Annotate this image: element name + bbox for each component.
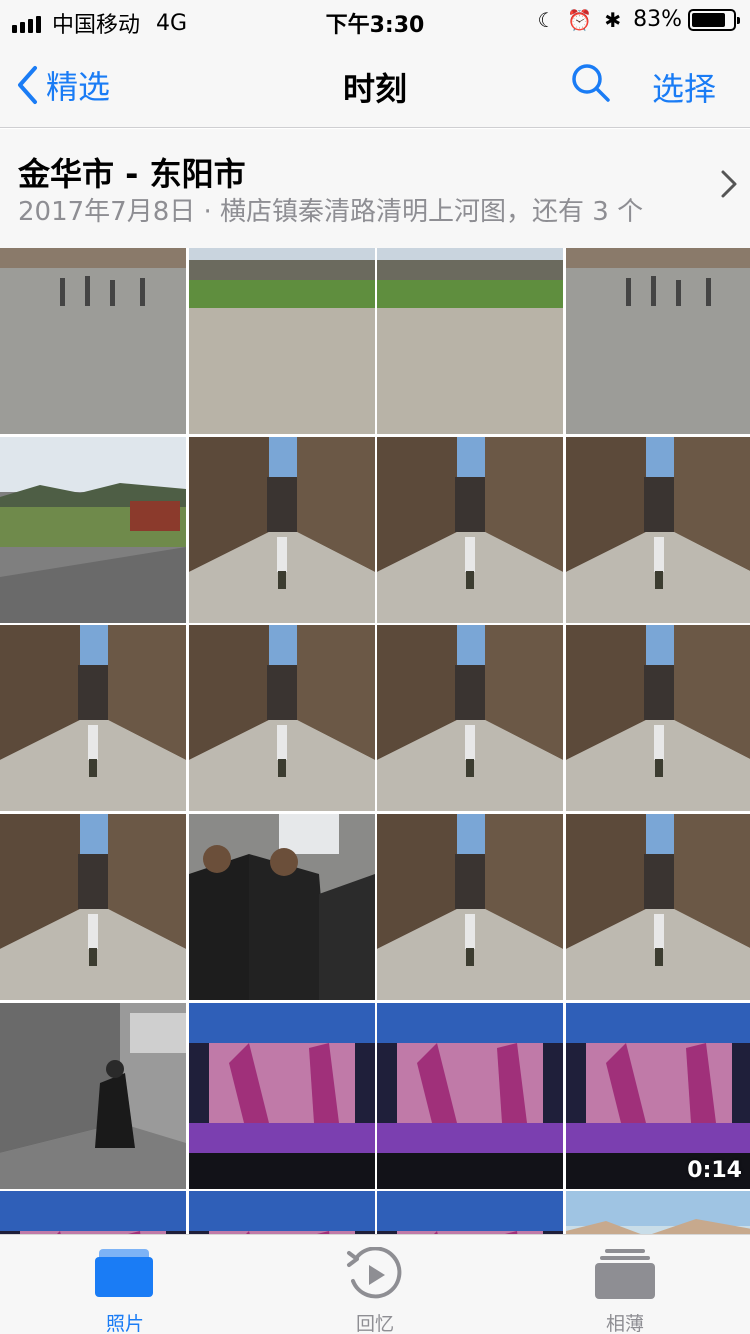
battery-icon bbox=[688, 8, 740, 31]
thumbnail-image bbox=[566, 248, 750, 434]
photo-thumbnail[interactable] bbox=[188, 814, 375, 1000]
photo-thumbnail[interactable] bbox=[566, 814, 750, 1000]
thumbnail-image bbox=[377, 436, 564, 623]
thumbnail-image bbox=[188, 248, 375, 434]
photo-thumbnail[interactable] bbox=[0, 1191, 186, 1234]
thumbnail-image bbox=[377, 625, 564, 812]
tab-albums[interactable]: 相薄 bbox=[500, 1235, 750, 1334]
photo-thumbnail[interactable] bbox=[188, 625, 375, 812]
photo-thumbnail[interactable] bbox=[188, 1002, 375, 1189]
thumbnail-image bbox=[566, 625, 750, 812]
alarm-icon: ⏰ bbox=[567, 7, 593, 32]
thumbnail-image bbox=[0, 814, 186, 1000]
search-button[interactable] bbox=[570, 62, 612, 108]
photo-thumbnail[interactable] bbox=[566, 1191, 750, 1234]
photo-thumbnail[interactable] bbox=[377, 436, 564, 623]
moment-subtitle: 2017年7月8日 · 横店镇秦清路清明上河图，还有 3 个 bbox=[18, 197, 644, 227]
thumbnail-image bbox=[377, 1002, 564, 1189]
tab-label: 照片 bbox=[105, 1313, 144, 1334]
bluetooth-icon: ✱ bbox=[604, 7, 622, 32]
moment-title: 金华市 - 东阳市 bbox=[18, 155, 246, 193]
thumbnail-image bbox=[566, 436, 750, 623]
memories-icon bbox=[347, 1247, 402, 1299]
photo-thumbnail[interactable] bbox=[0, 1002, 186, 1189]
photo-thumbnail[interactable] bbox=[377, 1191, 564, 1234]
photo-thumbnail[interactable] bbox=[188, 436, 375, 623]
thumbnail-image bbox=[0, 1191, 186, 1234]
tab-label: 相薄 bbox=[605, 1313, 644, 1334]
thumbnail-image bbox=[188, 814, 375, 1000]
tab-memories[interactable]: 回忆 bbox=[250, 1235, 500, 1334]
photos-icon bbox=[95, 1249, 153, 1297]
photo-thumbnail[interactable] bbox=[377, 1002, 564, 1189]
thumbnail-image bbox=[188, 436, 375, 623]
thumbnail-image bbox=[0, 248, 186, 434]
photo-thumbnail[interactable] bbox=[0, 814, 186, 1000]
thumbnail-image bbox=[188, 625, 375, 812]
thumbnail-image bbox=[0, 436, 186, 623]
search-icon bbox=[572, 64, 610, 102]
photo-thumbnail[interactable] bbox=[377, 248, 564, 434]
page-title: 时刻 bbox=[342, 70, 407, 108]
status-bar: 中国移动 4G 下午3:30 ☾ ⏰ ✱ 83% bbox=[0, 0, 750, 40]
video-duration: 0:14 bbox=[687, 1157, 742, 1183]
video-thumbnail[interactable]: 0:14 bbox=[566, 1002, 750, 1189]
navigation-bar: 精选 时刻 选择 bbox=[0, 40, 750, 128]
tab-bar: 照片 回忆 相薄 bbox=[0, 1234, 750, 1334]
photo-thumbnail[interactable] bbox=[566, 248, 750, 434]
moon-icon: ☾ bbox=[537, 7, 556, 32]
tab-photos[interactable]: 照片 bbox=[0, 1235, 250, 1334]
thumbnail-image bbox=[0, 625, 186, 812]
photo-thumbnail[interactable] bbox=[377, 625, 564, 812]
photo-thumbnail[interactable] bbox=[188, 1191, 375, 1234]
photo-thumbnail[interactable] bbox=[566, 436, 750, 623]
thumbnail-image bbox=[566, 1191, 750, 1234]
select-button[interactable]: 选择 bbox=[652, 64, 716, 110]
photo-thumbnail[interactable] bbox=[0, 436, 186, 623]
thumbnail-image bbox=[0, 1002, 186, 1189]
photo-thumbnail[interactable] bbox=[188, 248, 375, 434]
photo-thumbnail[interactable] bbox=[566, 625, 750, 812]
battery-fill bbox=[692, 12, 726, 27]
thumbnail-image bbox=[188, 1002, 375, 1189]
albums-icon bbox=[595, 1249, 655, 1299]
tab-label: 回忆 bbox=[355, 1313, 394, 1334]
photo-thumbnail[interactable] bbox=[0, 248, 186, 434]
chevron-right-icon bbox=[721, 170, 737, 198]
thumbnail-image bbox=[188, 1191, 375, 1234]
photo-thumbnail[interactable] bbox=[377, 814, 564, 1000]
photo-thumbnail[interactable] bbox=[0, 625, 186, 812]
thumbnail-image bbox=[377, 814, 564, 1000]
thumbnail-image bbox=[566, 814, 750, 1000]
status-right: ☾ ⏰ ✱ 83% bbox=[537, 7, 740, 32]
photo-grid: 0:14 bbox=[0, 248, 750, 1234]
thumbnail-image bbox=[377, 248, 564, 434]
moment-header[interactable]: 金华市 - 东阳市 2017年7月8日 · 横店镇秦清路清明上河图，还有 3 个 bbox=[0, 129, 750, 248]
battery-percent: 83% bbox=[633, 7, 682, 32]
thumbnail-image bbox=[377, 1191, 564, 1234]
